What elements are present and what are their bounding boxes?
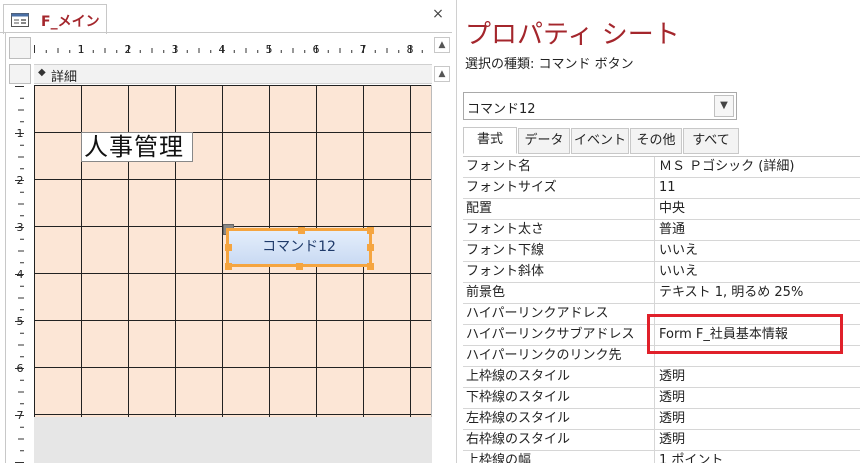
property-value[interactable]: 透明 [656,409,860,430]
resize-handle[interactable] [367,244,374,251]
property-name: ハイパーリンクアドレス [463,304,655,325]
form-icon [11,13,29,27]
tab-format[interactable]: 書式 [463,127,517,154]
tab-data[interactable]: データ [518,128,570,154]
property-value[interactable]: 1 ポイント [656,451,860,463]
ruler-number: 1 [78,43,85,56]
resize-handle[interactable] [225,263,232,270]
property-sheet-title: プロパティ シート [465,20,680,50]
resize-handle[interactable] [296,263,303,270]
object-selector[interactable]: コマンド12 ▼ [463,92,737,120]
ruler-number: 3 [172,43,179,56]
resize-handle[interactable] [367,263,374,270]
property-tabs: 書式 データ イベント その他 すべて [463,127,860,154]
property-value[interactable]: 透明 [656,367,860,388]
property-value[interactable]: 普通 [656,220,860,241]
close-icon[interactable]: × [430,6,446,26]
section-selector[interactable] [9,64,31,84]
property-row[interactable]: 左枠線のスタイル 透明 [463,409,860,430]
selection-type-label: 選択の種類: コマンド ボタン [465,57,634,72]
property-row[interactable]: フォント名 ＭＳ Ｐゴシック (詳細) [463,157,860,178]
property-value[interactable]: ＭＳ Ｐゴシック (詳細) [656,157,860,178]
ruler-number: 7 [17,409,24,422]
property-name: 下枠線のスタイル [463,388,655,409]
object-selector-value: コマンド12 [467,102,536,117]
property-name: 左枠線のスタイル [463,409,655,430]
chevron-down-icon[interactable]: ▼ [714,95,734,117]
resize-handle[interactable] [367,227,374,234]
document-tab[interactable]: F_メイン [3,4,107,34]
property-row[interactable]: 上枠線のスタイル 透明 [463,367,860,388]
property-value[interactable]: テキスト 1, 明るめ 25% [656,283,860,304]
horizontal-ruler[interactable]: 1 2 3 4 5 6 7 8 [34,39,432,59]
property-row[interactable]: フォント斜体 いいえ [463,262,860,283]
ruler-number: 6 [17,362,24,375]
ruler-number: 6 [313,43,320,56]
form-selector[interactable] [9,37,31,59]
property-row[interactable]: 配置 中央 [463,199,860,220]
document-tab-label: F_メイン [41,14,100,30]
property-value[interactable]: いいえ [656,241,860,262]
property-row[interactable]: フォントサイズ 11 [463,178,860,199]
ruler-number: 4 [17,268,24,281]
ruler-number: 3 [17,221,24,234]
property-value[interactable]: 透明 [656,388,860,409]
property-name: 右枠線のスタイル [463,430,655,451]
ruler-number: 8 [407,43,414,56]
ruler-number: 2 [125,43,132,56]
property-name: フォント下線 [463,241,655,262]
property-name: ハイパーリンクのリンク先 [463,346,655,367]
tab-other[interactable]: その他 [630,128,682,154]
vertical-ruler[interactable]: 1 2 3 4 5 6 7 [9,86,31,463]
property-row[interactable]: フォント太さ 普通 [463,220,860,241]
scroll-up-button-detail[interactable]: ▲ [434,66,450,82]
form-design-pane: F_メイン × 1 2 3 4 5 6 7 8 ▲ ◆ 詳細 ▲ 1 2 3 4 5 6 7 人事管理 コ… [0,0,454,463]
property-name: フォントサイズ [463,178,655,199]
property-sheet: プロパティ シート 選択の種類: コマンド ボタン コマンド12 ▼ 書式 データ… [456,0,860,463]
property-name: 配置 [463,199,655,220]
resize-handle[interactable] [225,244,232,251]
property-grid: フォント名 ＭＳ Ｐゴシック (詳細) フォントサイズ 11 配置 中央 フォント太さ 普通フ… [463,156,860,463]
property-row[interactable]: 右枠線のスタイル 透明 [463,430,860,451]
property-value[interactable]: 11 [656,178,860,199]
property-value[interactable]: 中央 [656,199,860,220]
tab-event[interactable]: イベント [571,128,629,154]
property-name: フォント斜体 [463,262,655,283]
property-row[interactable]: 前景色 テキスト 1, 明るめ 25% [463,283,860,304]
property-row[interactable]: フォント下線 いいえ [463,241,860,262]
ruler-number: 1 [17,127,24,140]
property-name: フォント名 [463,157,655,178]
highlight-annotation [647,314,843,354]
tab-all[interactable]: すべて [683,128,739,154]
ruler-number: 4 [219,43,226,56]
detail-section-canvas[interactable]: 人事管理 コマンド12 [34,85,432,417]
property-name: フォント太さ [463,220,655,241]
property-name: 上枠線の幅 [463,451,655,463]
property-value[interactable]: 透明 [656,430,860,451]
canvas-empty-area [34,417,432,463]
document-tab-bar: F_メイン × [0,0,454,34]
ruler-number: 5 [266,43,273,56]
command-button[interactable]: コマンド12 [226,228,372,267]
design-surface: 1 2 3 4 5 6 7 8 ▲ ◆ 詳細 ▲ 1 2 3 4 5 6 7 人事管理 コマンド12 [5,33,450,463]
title-label[interactable]: 人事管理 [81,132,193,162]
property-row[interactable]: 下枠線のスタイル 透明 [463,388,860,409]
property-name: ハイパーリンクサブアドレス [463,325,655,346]
resize-handle[interactable] [298,227,305,234]
section-header-detail[interactable]: ◆ 詳細 [34,64,432,85]
property-name: 上枠線のスタイル [463,367,655,388]
property-value[interactable]: いいえ [656,262,860,283]
ruler-number: 2 [17,174,24,187]
ruler-number: 7 [360,43,367,56]
scroll-up-button[interactable]: ▲ [434,37,450,53]
section-arrow-icon: ◆ [38,67,46,78]
ruler-number: 5 [17,315,24,328]
section-label: 詳細 [51,70,78,85]
access-window: F_メイン × 1 2 3 4 5 6 7 8 ▲ ◆ 詳細 ▲ 1 2 3 4 5 6 7 人事管理 コ… [0,0,860,463]
property-row[interactable]: 上枠線の幅 1 ポイント [463,451,860,463]
property-name: 前景色 [463,283,655,304]
